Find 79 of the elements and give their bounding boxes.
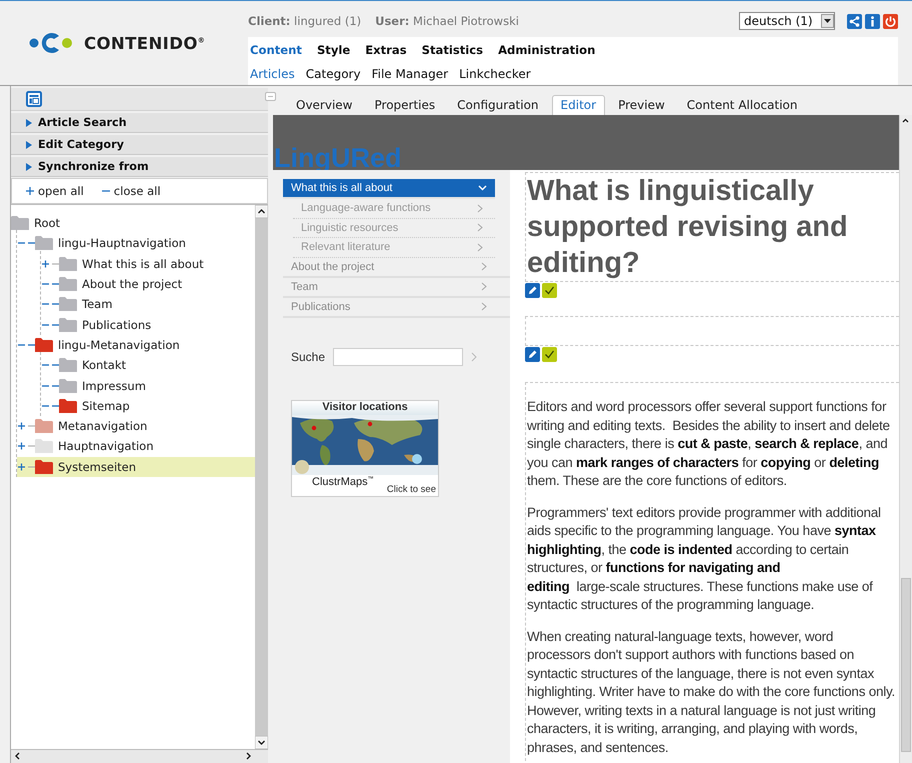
pencil-icon[interactable] <box>525 283 540 298</box>
chevron-right-icon <box>481 262 487 271</box>
submenu-item[interactable]: Articles <box>250 66 295 80</box>
accordion-header[interactable]: Article Search <box>11 113 268 133</box>
power-icon[interactable] <box>883 14 898 28</box>
scrollbar-thumb[interactable] <box>901 578 911 752</box>
tree-item[interactable]: Hauptnavigation <box>17 436 255 457</box>
caret-right-icon[interactable] <box>25 140 33 148</box>
menu-item[interactable]: Content <box>250 42 302 56</box>
chevron-right-icon <box>481 282 487 291</box>
search-field[interactable] <box>333 348 464 366</box>
menu-item[interactable]: Extras <box>365 42 407 56</box>
scrollbar[interactable] <box>899 115 912 763</box>
chevron-right-icon <box>477 242 483 252</box>
tree-item[interactable]: Impressum <box>41 375 255 396</box>
info-icon[interactable] <box>865 14 880 28</box>
tree-item[interactable]: Root <box>11 213 255 234</box>
tree-item[interactable]: Publications <box>41 314 255 335</box>
menu-item[interactable]: Statistics <box>422 42 484 56</box>
scroll-down-icon[interactable] <box>255 736 268 749</box>
accordion-header[interactable]: Edit Category <box>11 135 268 155</box>
layout-icon[interactable] <box>26 91 42 107</box>
scroll-up-icon[interactable] <box>255 205 268 218</box>
expand-icon[interactable] <box>41 258 59 269</box>
checkmark-icon[interactable] <box>542 347 557 362</box>
chevron-down-icon <box>478 185 487 191</box>
tab[interactable]: Preview <box>609 95 674 115</box>
tree-item[interactable]: Systemseiten <box>17 456 255 477</box>
visitor-map-widget[interactable]: Visitor locations ClustrMaps$^{™}$ Click to see <box>291 400 439 496</box>
tab[interactable]: Overview <box>287 95 362 115</box>
submenu-item[interactable]: File Manager <box>372 66 448 80</box>
accordion-header[interactable]: Synchronize from <box>11 157 268 177</box>
article-paragraph: When creating natural-language texts, however, word processors don't support authors with functions based on syntactic structures of the language, there is not even syntax highlighting. Writer have to make do with the core functions only. However, writing texts in a natural language is not just writing characters, it is writing, arranging, and playing with words, phrases, and sentences. <box>527 628 896 757</box>
article-paragraph: Programmers' text editors provide programmer with additional aids specific to the programming language. You have syntax highlighting, the code is indented according to certain structures, or functions for navigating and editing large-scale structures. These functions make use of syntactic structures of the programming language. <box>527 504 882 614</box>
tab[interactable]: Content Allocation <box>678 95 806 115</box>
scrollbar[interactable] <box>255 205 268 749</box>
logo-icon <box>28 30 74 56</box>
tree-item[interactable]: Kontakt <box>41 355 255 376</box>
submenu-item[interactable]: Linkchecker <box>459 66 531 80</box>
expand-icon[interactable] <box>17 462 35 472</box>
tab[interactable]: Properties <box>366 95 444 115</box>
resize-handle-icon[interactable] <box>265 92 276 101</box>
chevron-right-icon <box>477 223 483 232</box>
checkmark-icon[interactable] <box>542 283 557 298</box>
tree-item[interactable]: Metanavigation <box>17 416 255 436</box>
expand-icon[interactable] <box>17 421 35 432</box>
pencil-icon[interactable] <box>525 347 540 362</box>
tree-item[interactable]: Team <box>41 294 255 314</box>
tree-item[interactable]: lingu-Hauptnavigation <box>17 233 255 254</box>
article-paragraph: Editors and word processors offer several support functions for writing and editing texts. Besides the ability to insert and delete single characters, there is cut & paste, search & replace, and you can mark ranges of characters for copying or deleting them. These are the core functions of editors. <box>527 398 891 490</box>
plus-icon <box>26 187 34 195</box>
tree-item[interactable]: What this is all about <box>41 254 255 274</box>
logo-text: CONTENIDO$^{®}$ <box>84 34 206 52</box>
tab[interactable]: Editor <box>552 95 606 115</box>
tree-item[interactable]: About the project <box>41 274 255 294</box>
language-select[interactable]: deutsch (1) <box>739 12 835 30</box>
menu-item[interactable]: Style <box>316 42 350 56</box>
chevron-right-icon <box>477 204 483 213</box>
expand-icon[interactable] <box>17 441 35 452</box>
share-icon[interactable] <box>847 14 862 28</box>
client-info: Client: lingured (1) <box>248 14 362 28</box>
close-all-link[interactable]: close all <box>102 184 161 198</box>
menu-item[interactable]: Administration <box>498 42 596 56</box>
tab[interactable]: Configuration <box>448 95 548 115</box>
nav-item[interactable]: What this is all about <box>283 179 495 199</box>
chevron-right-icon <box>481 302 487 311</box>
caret-right-icon[interactable] <box>25 118 33 126</box>
submenu-item[interactable]: Category <box>306 66 361 80</box>
article-heading: What is linguistically supported revising and editing? <box>526 174 849 281</box>
search-label: Suche <box>291 350 326 364</box>
user-info: User: Michael Piotrowski <box>375 14 519 28</box>
open-all-link[interactable]: open all <box>26 184 84 198</box>
tree-item[interactable]: Sitemap <box>41 396 255 416</box>
caret-right-icon[interactable] <box>25 162 33 170</box>
widget-link[interactable]: Click to see <box>386 484 436 494</box>
widget-brand: ClustrMaps$^{™}$ <box>312 476 374 488</box>
tree-item[interactable]: lingu-Metanavigation <box>17 334 255 356</box>
widget-title: Visitor locations <box>292 400 438 414</box>
scrollbar[interactable] <box>11 749 268 763</box>
